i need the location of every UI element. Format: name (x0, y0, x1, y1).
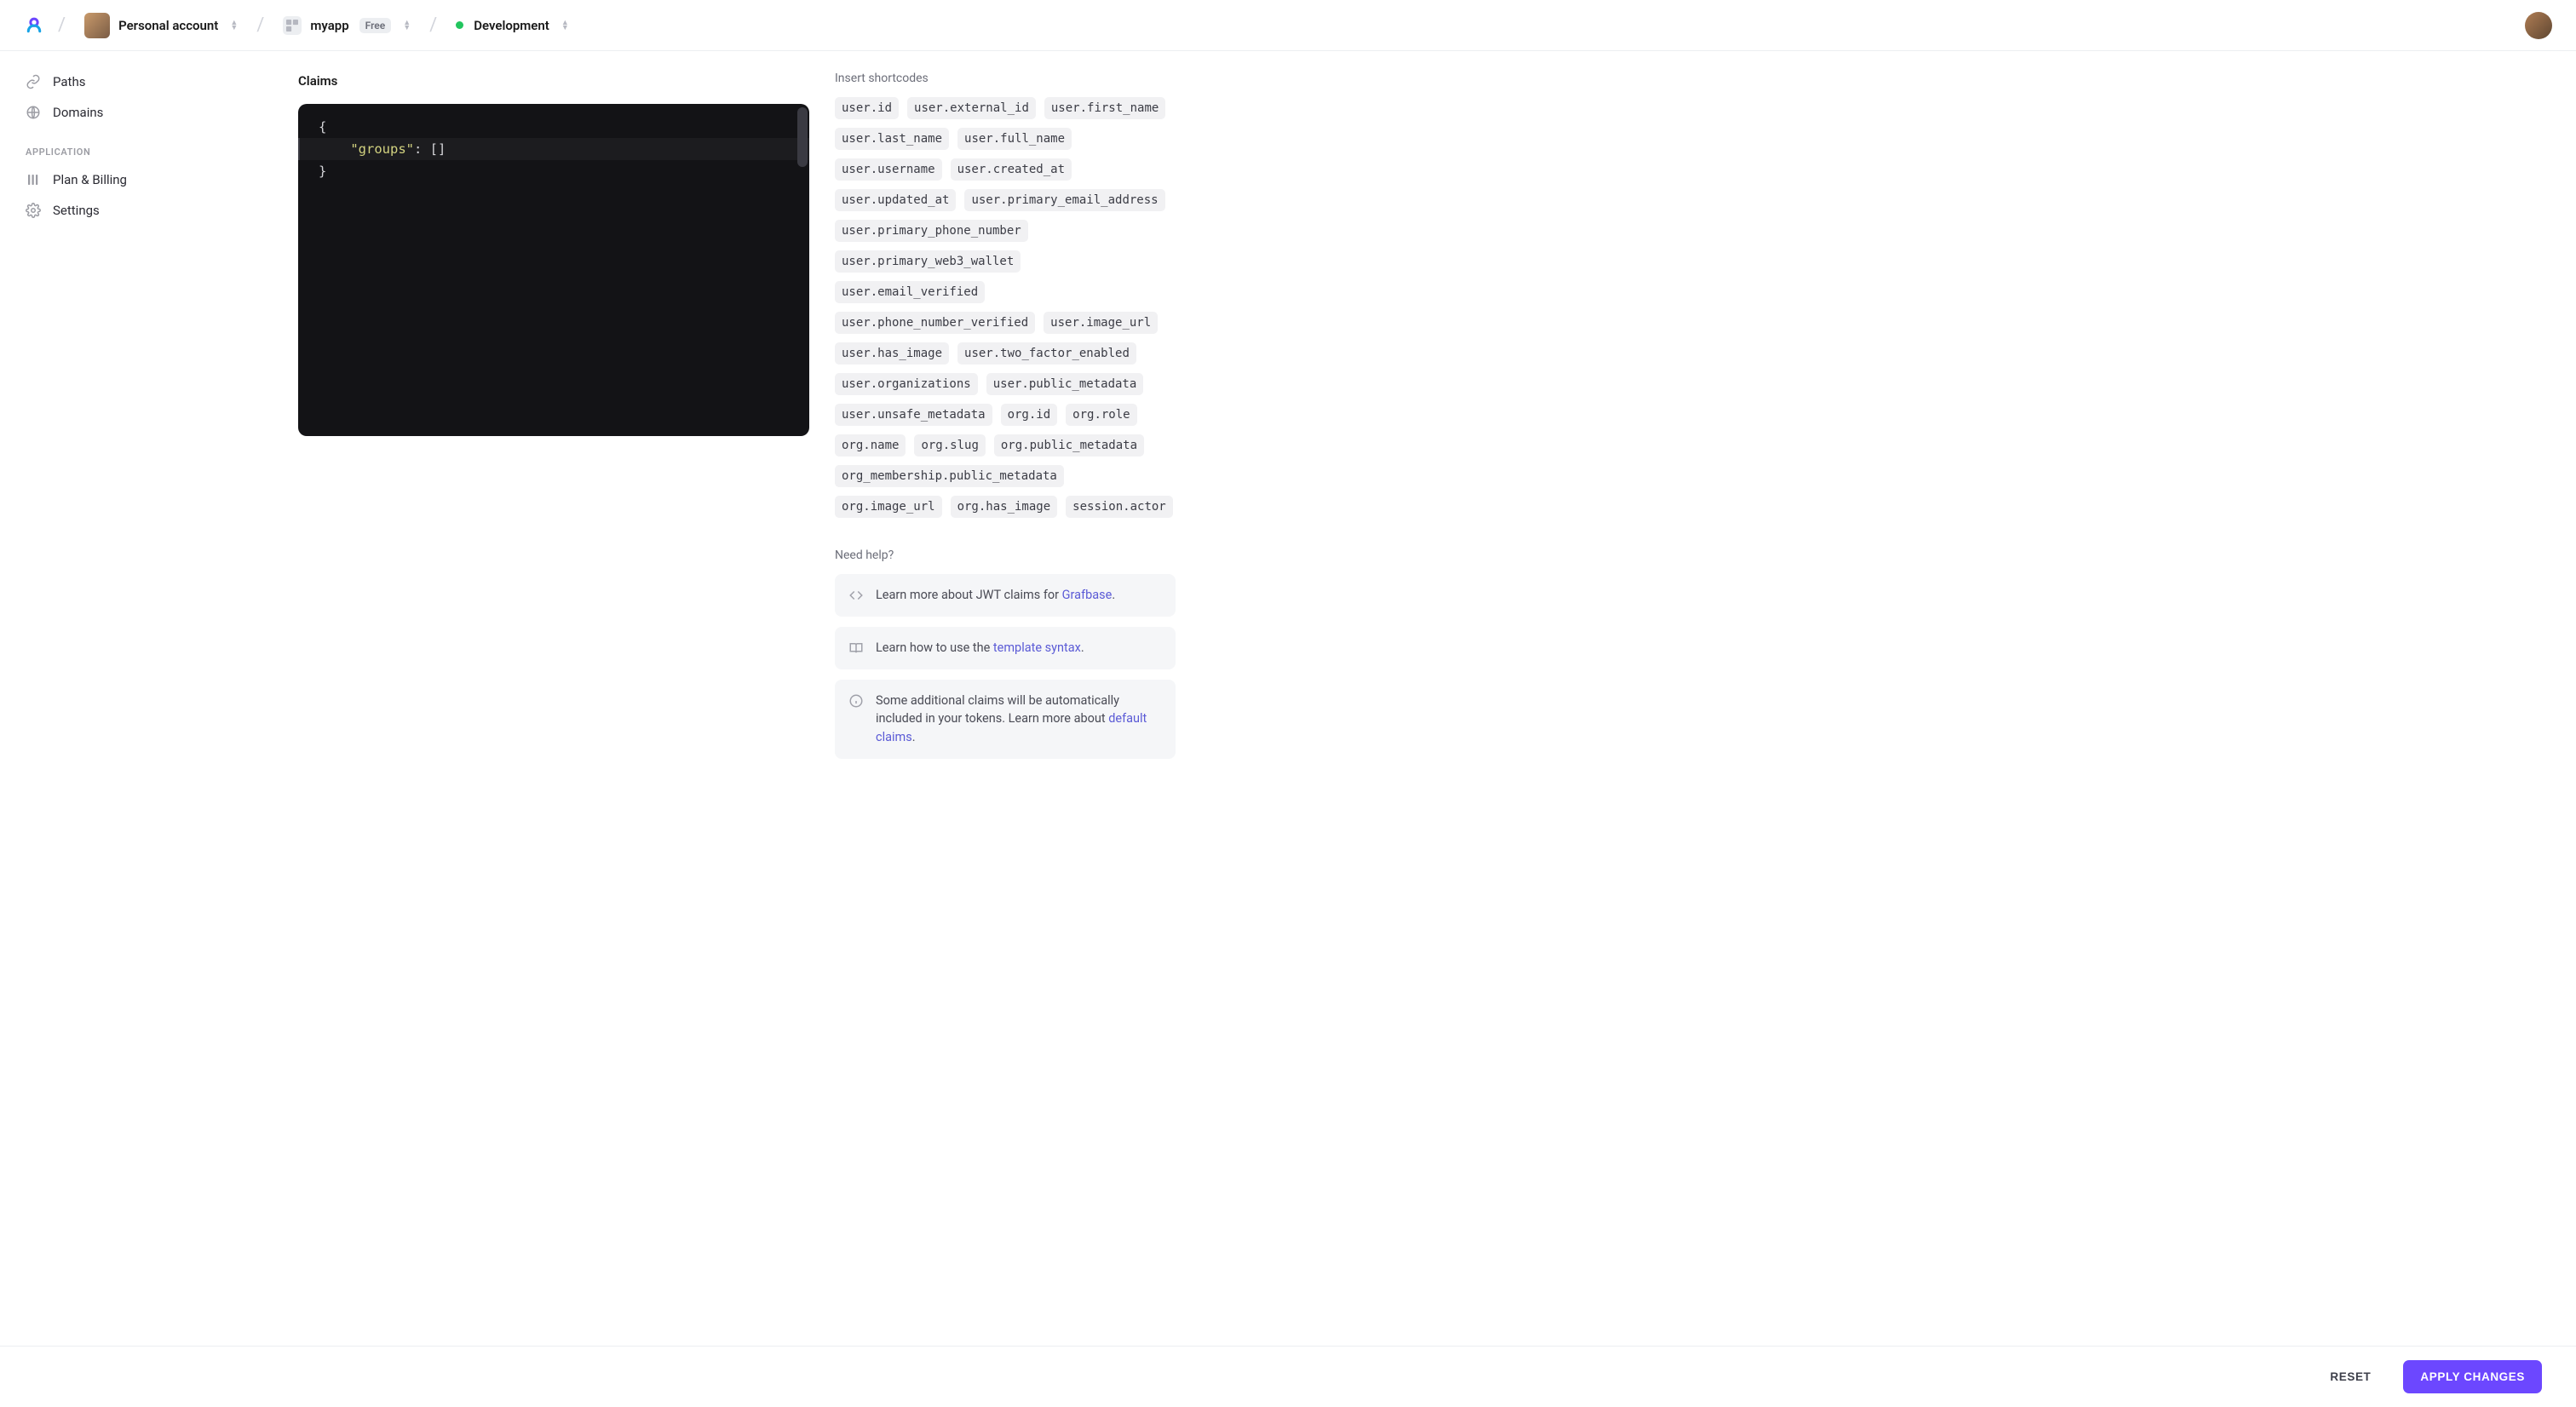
billing-icon (26, 172, 41, 187)
code-line: "groups": [] (298, 138, 809, 160)
shortcode-chip[interactable]: org.id (1001, 404, 1058, 426)
shortcode-chip[interactable]: user.updated_at (835, 189, 956, 211)
shortcode-chip[interactable]: user.primary_email_address (964, 189, 1164, 211)
shortcode-chip[interactable]: org.public_metadata (994, 434, 1144, 457)
shortcode-chip[interactable]: user.unsafe_metadata (835, 404, 992, 426)
shortcode-chip[interactable]: session.actor (1066, 496, 1173, 518)
sidebar-item-domains[interactable]: Domains (17, 97, 247, 128)
shortcode-chip[interactable]: user.first_name (1044, 97, 1165, 119)
shortcode-chip[interactable]: user.username (835, 158, 942, 181)
sidebar-item-label: Settings (53, 203, 100, 218)
breadcrumb-separator: / (428, 14, 439, 36)
sidebar-item-paths[interactable]: Paths (17, 66, 247, 97)
code-brackets-icon (848, 588, 864, 603)
reset-button[interactable]: RESET (2313, 1360, 2388, 1393)
shortcode-chip[interactable]: org.has_image (951, 496, 1058, 518)
breadcrumb-separator: / (56, 14, 67, 36)
action-bar: RESET APPLY CHANGES (0, 1346, 2576, 1407)
shortcode-chip[interactable]: org.slug (914, 434, 985, 457)
shortcode-chip[interactable]: user.has_image (835, 342, 949, 365)
shortcode-chip[interactable]: org.role (1066, 404, 1136, 426)
shortcode-chip[interactable]: user.public_metadata (986, 373, 1144, 395)
help-link-template-syntax[interactable]: template syntax (993, 640, 1081, 655)
environment-name: Development (474, 18, 549, 33)
sidebar-section-application: APPLICATION (17, 128, 247, 164)
shortcode-chip[interactable]: user.id (835, 97, 899, 119)
account-name: Personal account (118, 18, 218, 33)
shortcode-chip[interactable]: user.last_name (835, 128, 949, 150)
shortcode-list: user.id user.external_id user.first_nameus… (835, 97, 1176, 518)
link-icon (26, 74, 41, 89)
code-line: { (298, 116, 809, 138)
shortcode-chip[interactable]: user.primary_web3_wallet (835, 250, 1021, 273)
help-text: Learn how to use the template syntax. (876, 639, 1084, 658)
account-switcher[interactable]: Personal account ▲▼ (79, 9, 243, 42)
shortcode-chip[interactable]: user.full_name (957, 128, 1072, 150)
shortcode-chip[interactable]: user.external_id (907, 97, 1036, 119)
breadcrumb-separator: / (255, 14, 266, 36)
shortcode-chip[interactable]: user.phone_number_verified (835, 312, 1035, 334)
book-icon (848, 640, 864, 656)
chevron-updown-icon: ▲▼ (230, 20, 238, 31)
chevron-updown-icon: ▲▼ (561, 20, 569, 31)
help-text: Learn more about JWT claims for Grafbase… (876, 586, 1115, 605)
info-icon (848, 693, 864, 709)
shortcode-chip[interactable]: org.image_url (835, 496, 942, 518)
app-switcher[interactable]: myapp Free ▲▼ (278, 13, 416, 38)
help-link-grafbase[interactable]: Grafbase (1062, 588, 1113, 602)
shortcode-chip[interactable]: user.two_factor_enabled (957, 342, 1136, 365)
gear-icon (26, 203, 41, 218)
account-avatar-icon (84, 13, 110, 38)
chevron-updown-icon: ▲▼ (403, 20, 411, 31)
sidebar-item-plan-billing[interactable]: Plan & Billing (17, 164, 247, 195)
top-bar: / Personal account ▲▼ / myapp Free ▲▼ / … (0, 0, 2576, 51)
app-name: myapp (310, 18, 348, 33)
sidebar-item-settings[interactable]: Settings (17, 195, 247, 226)
sidebar: Paths Domains APPLICATION Plan & Billing… (0, 51, 264, 871)
shortcode-chip[interactable]: user.primary_phone_number (835, 220, 1028, 242)
help-card-grafbase[interactable]: Learn more about JWT claims for Grafbase… (835, 574, 1176, 617)
shortcode-chip[interactable]: org_membership.public_metadata (835, 465, 1064, 487)
help-card-template-syntax[interactable]: Learn how to use the template syntax. (835, 627, 1176, 669)
shortcode-chip[interactable]: user.email_verified (835, 281, 985, 303)
app-icon (283, 16, 302, 35)
claims-title: Claims (298, 73, 809, 89)
status-dot-icon (456, 21, 463, 29)
plan-badge: Free (359, 18, 392, 33)
logo-icon[interactable] (24, 15, 44, 36)
main-content: Claims { "groups": [] } Insert shortcode… (264, 51, 2576, 871)
shortcodes-title: Insert shortcodes (835, 72, 1176, 85)
help-text: Some additional claims will be automatic… (876, 692, 1162, 747)
help-card-default-claims: Some additional claims will be automatic… (835, 680, 1176, 759)
shortcode-chip[interactable]: user.created_at (951, 158, 1072, 181)
shortcode-chip[interactable]: user.organizations (835, 373, 978, 395)
sidebar-item-label: Plan & Billing (53, 172, 127, 187)
shortcode-chip[interactable]: org.name (835, 434, 906, 457)
help-title: Need help? (835, 548, 1176, 562)
globe-icon (26, 105, 41, 120)
apply-changes-button[interactable]: APPLY CHANGES (2403, 1360, 2542, 1393)
code-line: } (298, 160, 809, 182)
claims-editor[interactable]: { "groups": [] } (298, 104, 809, 436)
environment-switcher[interactable]: Development ▲▼ (451, 14, 574, 37)
shortcode-chip[interactable]: user.image_url (1044, 312, 1158, 334)
user-avatar[interactable] (2525, 12, 2552, 39)
sidebar-item-label: Paths (53, 74, 85, 89)
sidebar-item-label: Domains (53, 105, 103, 120)
